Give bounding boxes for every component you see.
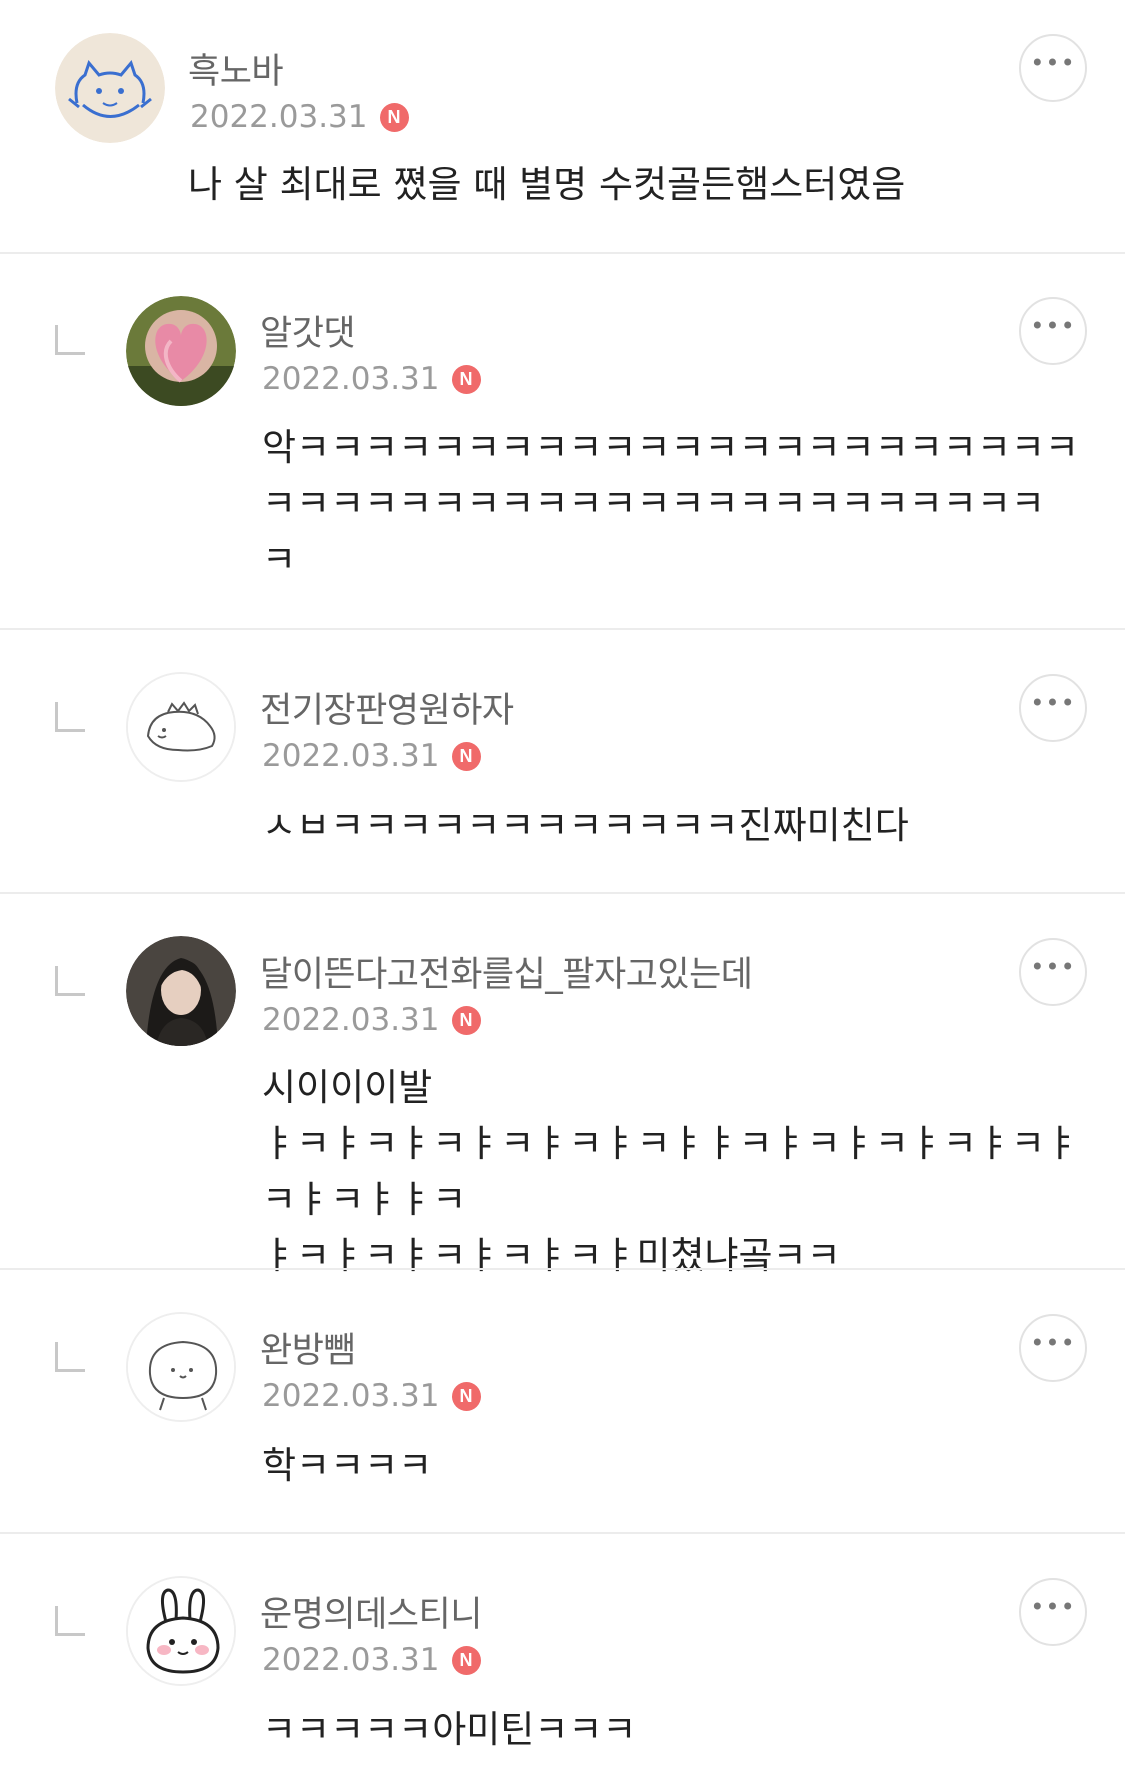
nickname[interactable]: 완방뺌 xyxy=(260,1322,356,1373)
nickname[interactable]: 알갓댓 xyxy=(260,305,356,356)
comment-date: 2022.03.31 xyxy=(190,99,368,135)
new-badge: N xyxy=(451,1381,481,1411)
comment-item: 흑노바 2022.03.31 N 나 살 최대로 쪘을 때 별명 수컷골든햄스터… xyxy=(0,0,1125,252)
comment-meta: 2022.03.31 N xyxy=(190,99,409,135)
reply-arrow-icon xyxy=(55,702,85,732)
new-badge: N xyxy=(379,102,409,132)
new-badge: N xyxy=(451,364,481,394)
heart-photo-avatar-icon xyxy=(126,296,236,406)
more-options-button[interactable]: ••• xyxy=(1019,674,1087,742)
comment-text: 나 살 최대로 쪘을 때 별명 수컷골든햄스터였음 xyxy=(188,163,906,206)
more-dots-icon: ••• xyxy=(1030,1329,1076,1357)
comment-text: 악ㅋㅋㅋㅋㅋㅋㅋㅋㅋㅋㅋㅋㅋㅋㅋㅋㅋㅋㅋㅋㅋㅋㅋ ㅋㅋㅋㅋㅋㅋㅋㅋㅋㅋㅋㅋㅋㅋㅋ… xyxy=(262,426,1079,581)
person-photo-avatar-icon xyxy=(126,936,236,1046)
comment-date: 2022.03.31 xyxy=(262,1378,440,1414)
comment-meta: 2022.03.31 N xyxy=(262,1642,481,1678)
new-badge: N xyxy=(451,1645,481,1675)
more-options-button[interactable]: ••• xyxy=(1019,1578,1087,1646)
comment-date: 2022.03.31 xyxy=(262,1002,440,1038)
comment-text: ㅅㅂㅋㅋㅋㅋㅋㅋㅋㅋㅋㅋㅋㅋ진짜미친다 xyxy=(262,804,909,847)
more-dots-icon: ••• xyxy=(1030,689,1076,717)
more-options-button[interactable]: ••• xyxy=(1019,34,1087,102)
comment-meta: 2022.03.31 N xyxy=(262,1378,481,1414)
reply-item: 알갓댓 2022.03.31 N 악ㅋㅋㅋㅋㅋㅋㅋㅋㅋㅋㅋㅋㅋㅋㅋㅋㅋㅋㅋㅋㅋㅋ… xyxy=(0,254,1125,628)
avatar[interactable] xyxy=(126,1312,236,1422)
comment-date: 2022.03.31 xyxy=(262,738,440,774)
nickname[interactable]: 흑노바 xyxy=(188,43,284,94)
nickname[interactable]: 운명의데스티니 xyxy=(260,1586,482,1637)
reply-item: 달이뜬다고전화를십_팔자고있는데 2022.03.31 N 시이이이발 ㅑㅋㅑㅋ… xyxy=(0,894,1125,1277)
reply-item: 완방뺌 2022.03.31 N 학ㅋㅋㅋㅋ ••• xyxy=(0,1270,1125,1532)
reply-item: 전기장판영원하자 2022.03.31 N ㅅㅂㅋㅋㅋㅋㅋㅋㅋㅋㅋㅋㅋㅋ진짜미친… xyxy=(0,630,1125,892)
comment-date: 2022.03.31 xyxy=(262,361,440,397)
reply-arrow-icon xyxy=(55,966,85,996)
more-dots-icon: ••• xyxy=(1030,312,1076,340)
reply-arrow-icon xyxy=(55,325,85,355)
avatar[interactable] xyxy=(126,936,236,1046)
avatar[interactable] xyxy=(126,672,236,782)
nickname[interactable]: 전기장판영원하자 xyxy=(260,682,514,733)
more-options-button[interactable]: ••• xyxy=(1019,938,1087,1006)
comment-meta: 2022.03.31 N xyxy=(262,361,481,397)
nickname[interactable]: 달이뜬다고전화를십_팔자고있는데 xyxy=(260,946,753,997)
comment-meta: 2022.03.31 N xyxy=(262,1002,481,1038)
new-badge: N xyxy=(451,741,481,771)
dinosaur-drawing-avatar-icon xyxy=(128,674,234,780)
more-dots-icon: ••• xyxy=(1030,1593,1076,1621)
comment-date: 2022.03.31 xyxy=(262,1642,440,1678)
comment-text: ㅋㅋㅋㅋㅋ아미틴ㅋㅋㅋ xyxy=(262,1708,637,1751)
bunny-drawing-avatar-icon xyxy=(128,1578,234,1684)
avatar[interactable] xyxy=(126,296,236,406)
more-dots-icon: ••• xyxy=(1030,953,1076,981)
comment-text: 시이이이발 ㅑㅋㅑㅋㅑㅋㅑㅋㅑㅋㅑㅋㅑㅑㅋㅑㅋㅑㅋㅑㅋㅑㅋㅑㅋㅑㅋㅑㅑㅋ ㅑㅋㅑ… xyxy=(262,1066,1079,1277)
new-badge: N xyxy=(451,1005,481,1035)
avatar[interactable] xyxy=(55,33,165,143)
blob-drawing-avatar-icon xyxy=(128,1314,234,1420)
more-options-button[interactable]: ••• xyxy=(1019,297,1087,365)
cat-drawing-avatar-icon xyxy=(55,33,165,143)
comment-text: 학ㅋㅋㅋㅋ xyxy=(262,1444,433,1487)
reply-arrow-icon xyxy=(55,1606,85,1636)
reply-item: 운명의데스티니 2022.03.31 N ㅋㅋㅋㅋㅋ아미틴ㅋㅋㅋ ••• xyxy=(0,1534,1125,1782)
more-options-button[interactable]: ••• xyxy=(1019,1314,1087,1382)
avatar[interactable] xyxy=(126,1576,236,1686)
comment-meta: 2022.03.31 N xyxy=(262,738,481,774)
more-dots-icon: ••• xyxy=(1030,49,1076,77)
reply-arrow-icon xyxy=(55,1342,85,1372)
